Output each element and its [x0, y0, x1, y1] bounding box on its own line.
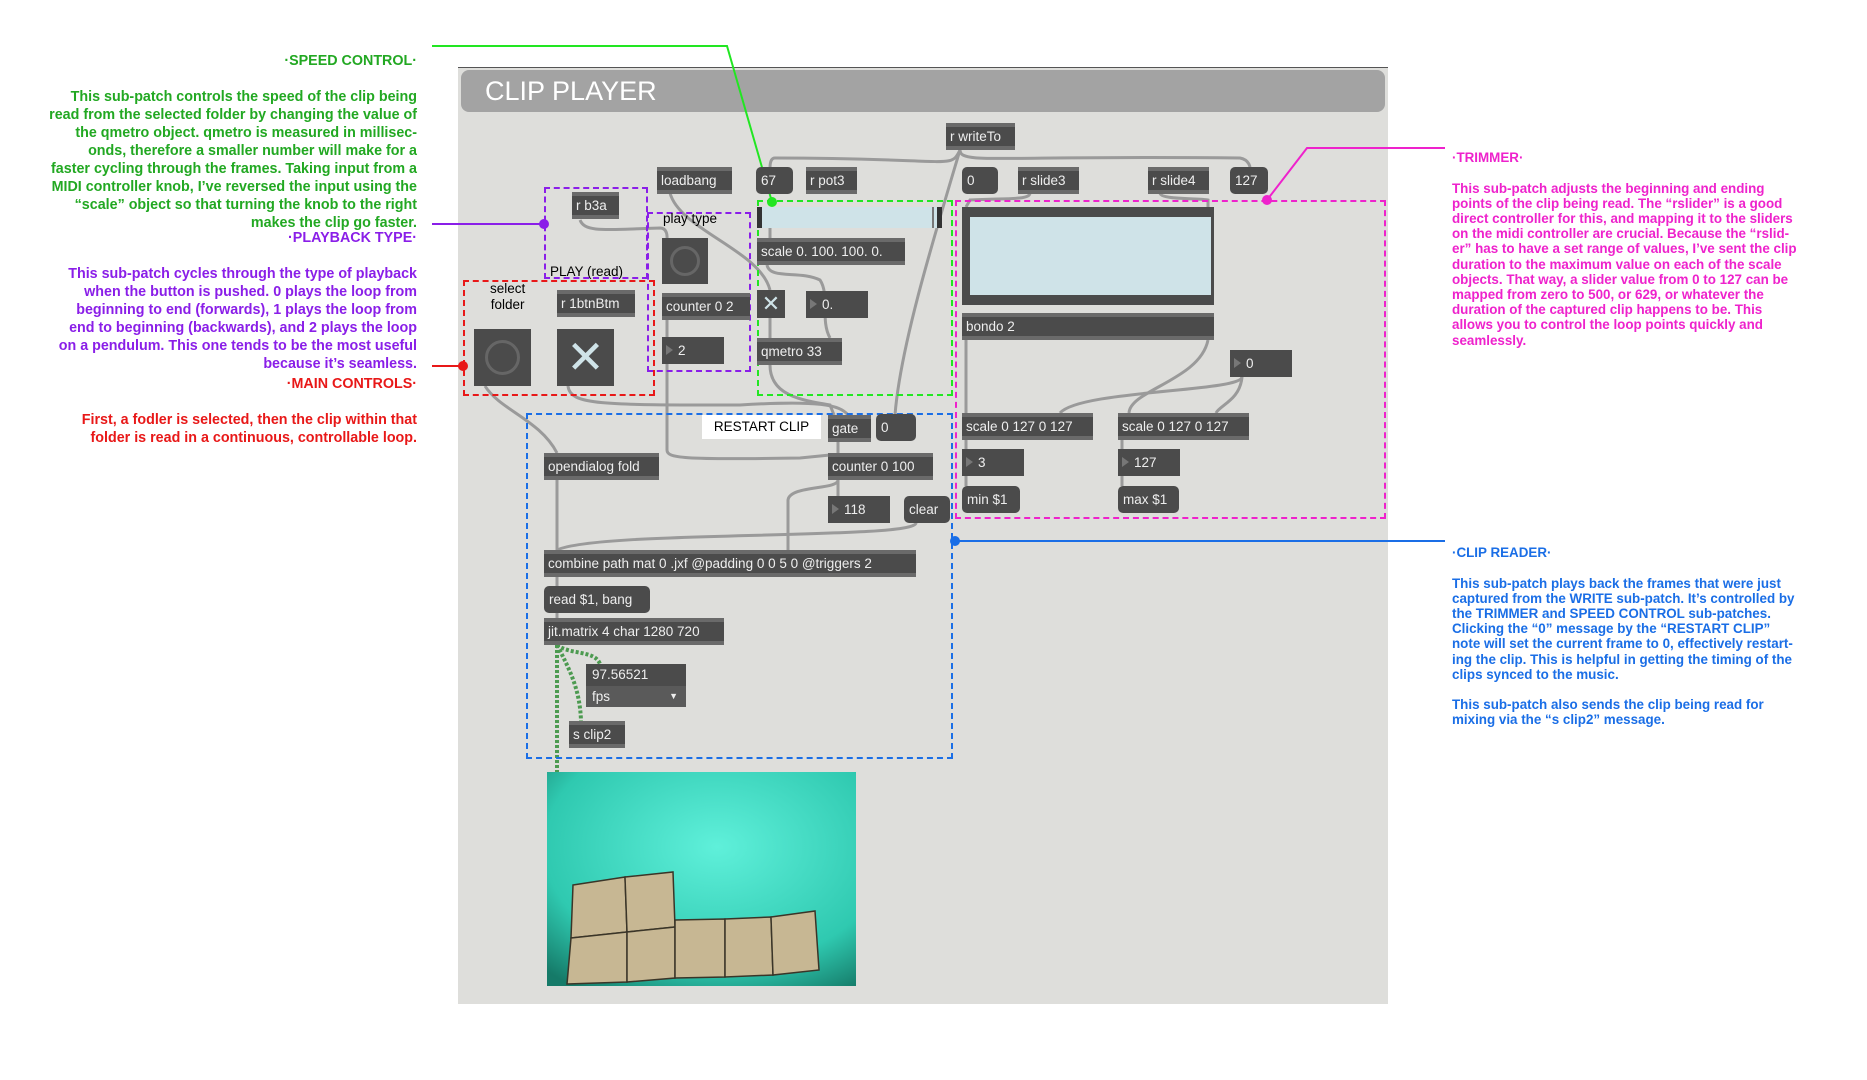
small-toggle[interactable]: ✕ — [757, 290, 785, 318]
message-0-top[interactable]: 0 — [962, 167, 998, 194]
select-folder-label: select folder — [490, 281, 526, 312]
restart-clip-label: RESTART CLIP — [702, 415, 821, 439]
r-slide4-object[interactable]: r slide4 — [1148, 167, 1209, 194]
play-read-label: PLAY (read) — [550, 264, 624, 279]
r-1btnBtm-object[interactable]: r 1btnBtm — [557, 290, 635, 317]
combine-object[interactable]: combine path mat 0 .jxf @padding 0 0 5 0… — [544, 550, 916, 577]
video-preview — [547, 772, 856, 986]
read-bang-message[interactable]: read $1, bang — [544, 586, 650, 613]
r-b3a-object[interactable]: r b3a — [572, 192, 619, 219]
paper-tile — [724, 916, 774, 978]
s-clip2-object[interactable]: s clip2 — [569, 721, 625, 748]
trim-number[interactable]: 0 — [1230, 350, 1292, 377]
x-toggle-icon: ✕ — [566, 331, 605, 383]
bang-icon — [485, 340, 520, 375]
scale-left-object[interactable]: scale 0 127 0 127 — [962, 413, 1093, 440]
playback-type-title: ·PLAYBACK TYPE· — [288, 230, 417, 246]
frame-number[interactable]: 118 — [828, 496, 890, 523]
restart-zero-message[interactable]: 0 — [876, 414, 916, 441]
r-writeTo-object[interactable]: r writeTo — [946, 123, 1015, 150]
main-controls-body: First, a fodler is selected, then the cl… — [81, 412, 417, 446]
slider-knob[interactable] — [932, 207, 934, 228]
bang-icon — [670, 246, 700, 276]
paper-tile — [624, 871, 676, 933]
trimmer-body: This sub-patch adjusts the beginning and… — [1452, 180, 1797, 348]
scale-speed-object[interactable]: scale 0. 100. 100. 0. — [757, 238, 905, 265]
message-127[interactable]: 127 — [1230, 167, 1268, 194]
paper-tile — [626, 926, 676, 983]
qmetro-object[interactable]: qmetro 33 — [757, 338, 842, 365]
paper-tile — [566, 931, 628, 985]
x-toggle-icon: ✕ — [761, 291, 781, 316]
gate-object[interactable]: gate — [828, 415, 871, 442]
opendialog-object[interactable]: opendialog fold — [544, 453, 659, 480]
clear-message[interactable]: clear — [904, 496, 950, 523]
paper-tile — [570, 876, 628, 939]
speed-float-number[interactable]: 0. — [806, 291, 868, 318]
fps-display: 97.56521 fps ▼ — [586, 664, 686, 707]
play-toggle[interactable]: ✕ — [557, 329, 614, 386]
counter-0-2-object[interactable]: counter 0 2 — [662, 293, 750, 320]
play-type-button[interactable] — [662, 238, 708, 284]
scale-right-number[interactable]: 127 — [1118, 449, 1180, 476]
max-message[interactable]: max $1 — [1118, 486, 1179, 513]
trimmer-title: ·TRIMMER· — [1452, 150, 1524, 166]
fps-value: 97.56521 — [592, 667, 649, 682]
clip-reader-body: This sub-patch plays back the frames tha… — [1452, 575, 1795, 728]
fps-unit-dropdown[interactable]: fps ▼ — [586, 686, 686, 707]
play-type-label: play type — [663, 211, 718, 226]
clip-reader-note: ·CLIP READER· This sub-patch plays back … — [1452, 530, 1794, 743]
scale-right-object[interactable]: scale 0 127 0 127 — [1118, 413, 1249, 440]
scale-left-number[interactable]: 3 — [962, 449, 1024, 476]
fps-unit: fps — [592, 689, 611, 704]
patcher-title-panel: CLIP PLAYER — [461, 70, 1385, 112]
r-slide3-object[interactable]: r slide3 — [1018, 167, 1079, 194]
range-slider[interactable] — [962, 207, 1214, 305]
select-folder-button[interactable] — [474, 329, 531, 386]
trimmer-note: ·TRIMMER· This sub-patch adjusts the beg… — [1452, 135, 1797, 363]
paper-tile — [770, 910, 820, 976]
speed-control-title: ·SPEED CONTROL· — [284, 53, 417, 69]
main-controls-note: ·MAIN CONTROLS· First, a fodler is selec… — [82, 357, 417, 465]
message-67[interactable]: 67 — [756, 167, 793, 194]
jit-matrix-object[interactable]: jit.matrix 4 char 1280 720 — [544, 618, 724, 645]
loadbang-object[interactable]: loadbang — [657, 167, 732, 194]
clip-reader-title: ·CLIP READER· — [1452, 545, 1552, 561]
speed-slider[interactable] — [757, 207, 942, 228]
main-controls-title: ·MAIN CONTROLS· — [286, 376, 417, 392]
counter-0-100-object[interactable]: counter 0 100 — [828, 453, 933, 480]
patcher-title: CLIP PLAYER — [485, 76, 657, 106]
play-type-number[interactable]: 2 — [662, 337, 724, 364]
chevron-down-icon: ▼ — [669, 691, 678, 701]
bondo-object[interactable]: bondo 2 — [962, 313, 1214, 340]
range-slider-fill[interactable] — [970, 217, 1211, 295]
r-pot3-object[interactable]: r pot3 — [806, 167, 857, 194]
paper-tile — [674, 918, 726, 979]
min-message[interactable]: min $1 — [962, 486, 1020, 513]
